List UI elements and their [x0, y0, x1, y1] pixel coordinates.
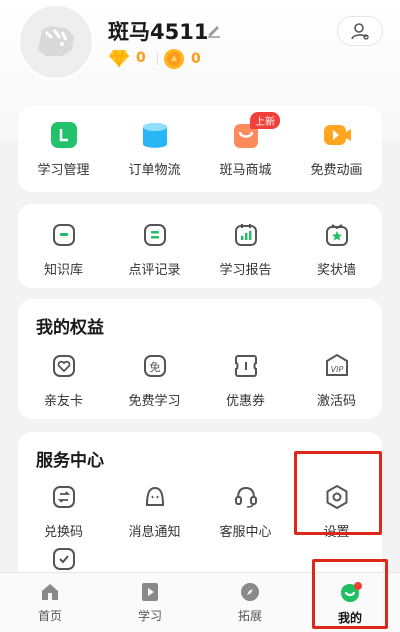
order-logistics-icon: [140, 120, 170, 150]
tool-award-wall[interactable]: 奖状墙: [291, 220, 382, 278]
gems-count: 0: [136, 50, 146, 66]
family-card-icon: [49, 351, 79, 381]
award-wall-icon: [322, 220, 352, 250]
benefit-coupon[interactable]: 优惠券: [200, 351, 291, 409]
benefit-activation-code[interactable]: VIP 激活码: [291, 351, 382, 409]
knowledge-base-icon: [49, 220, 79, 250]
service-label: 兑换码: [43, 525, 83, 540]
shield-icon: [53, 548, 75, 570]
edit-icon[interactable]: [206, 22, 222, 38]
diamond-icon: [109, 49, 129, 68]
quick-action-mall[interactable]: 上新 斑马商城: [200, 112, 291, 178]
free-study-icon: 免: [140, 351, 170, 381]
profile-settings-button[interactable]: [337, 16, 383, 46]
services-card: 服务中心 兑换码 消息通知 客服中心 设置: [18, 432, 382, 592]
coin-icon: [164, 49, 184, 69]
benefit-family-card[interactable]: 亲友卡: [18, 351, 109, 409]
zebra-avatar-icon: [38, 26, 74, 56]
study-manage-icon: [49, 120, 79, 150]
nav-study[interactable]: 学习: [100, 573, 200, 632]
gems-stat[interactable]: 0: [108, 48, 146, 68]
mine-icon: [341, 582, 362, 602]
study-icon: [142, 583, 158, 601]
nav-label: 拓展: [237, 609, 262, 623]
quick-actions-card: 学习管理 订单物流 上新 斑马商城 免费动画: [18, 106, 382, 192]
activation-code-icon: VIP: [322, 351, 352, 381]
bottom-nav: 首页 学习 拓展 我的: [0, 572, 400, 632]
benefit-label: 激活码: [316, 394, 356, 409]
service-notification[interactable]: 消息通知: [109, 482, 200, 540]
username: 斑马4511: [108, 20, 209, 44]
notification-icon: [140, 482, 170, 512]
tool-review-record[interactable]: 点评记录: [109, 220, 200, 278]
benefit-free-study[interactable]: 免 免费学习: [109, 351, 200, 409]
explore-icon: [241, 583, 259, 601]
service-customer-center[interactable]: 客服中心: [200, 482, 291, 540]
quick-action-free-animation[interactable]: 免费动画: [291, 120, 382, 178]
vip-glyph: VIP: [330, 365, 343, 374]
avatar[interactable]: [18, 4, 94, 80]
tool-study-report[interactable]: 学习报告: [200, 220, 291, 278]
service-redeem-code[interactable]: 兑换码: [18, 482, 109, 540]
services-title: 服务中心: [36, 451, 104, 471]
service-label: 消息通知: [128, 525, 181, 540]
nav-label: 学习: [137, 609, 162, 623]
tool-label: 奖状墙: [316, 263, 356, 278]
quick-action-label: 学习管理: [37, 163, 90, 178]
tool-label: 知识库: [43, 263, 83, 278]
tool-label: 点评记录: [128, 263, 181, 278]
nav-mine[interactable]: 我的: [300, 573, 400, 632]
service-label: 设置: [323, 525, 350, 540]
coupon-icon: [231, 351, 261, 381]
home-icon: [42, 584, 58, 600]
review-record-icon: [140, 220, 170, 250]
quick-action-label: 免费动画: [310, 163, 363, 178]
quick-action-study-manage[interactable]: 学习管理: [18, 120, 109, 178]
tool-knowledge-base[interactable]: 知识库: [18, 220, 109, 278]
settings-icon: [322, 482, 352, 512]
service-settings[interactable]: 设置: [291, 482, 382, 540]
coins-stat[interactable]: 0: [163, 48, 201, 70]
quick-action-order-logistics[interactable]: 订单物流: [109, 120, 200, 178]
study-report-icon: [231, 220, 261, 250]
quick-action-label: 斑马商城: [219, 163, 272, 178]
nav-label-active: 我的: [337, 611, 362, 625]
free-glyph: 免: [149, 360, 160, 374]
benefits-card: 我的权益 亲友卡 免 免费学习 优惠券 VIP 激活码: [18, 299, 382, 419]
nav-label: 首页: [37, 609, 62, 623]
redeem-code-icon: [49, 482, 79, 512]
benefit-label: 亲友卡: [43, 394, 83, 409]
service-label: 客服中心: [219, 525, 272, 540]
quick-action-label: 订单物流: [128, 163, 181, 178]
new-badge: 上新: [250, 112, 280, 129]
benefits-title: 我的权益: [36, 318, 104, 338]
user-settings-icon: [351, 23, 369, 40]
customer-service-icon: [231, 482, 261, 512]
nav-home[interactable]: 首页: [0, 573, 100, 632]
benefit-label: 免费学习: [128, 394, 181, 409]
coins-count: 0: [191, 51, 201, 67]
free-animation-icon: [322, 120, 352, 150]
stat-divider: [157, 53, 158, 65]
benefit-label: 优惠券: [225, 394, 265, 409]
tool-label: 学习报告: [219, 263, 272, 278]
nav-explore[interactable]: 拓展: [200, 573, 300, 632]
tools-card: 知识库 点评记录 学习报告 奖状墙: [18, 204, 382, 288]
